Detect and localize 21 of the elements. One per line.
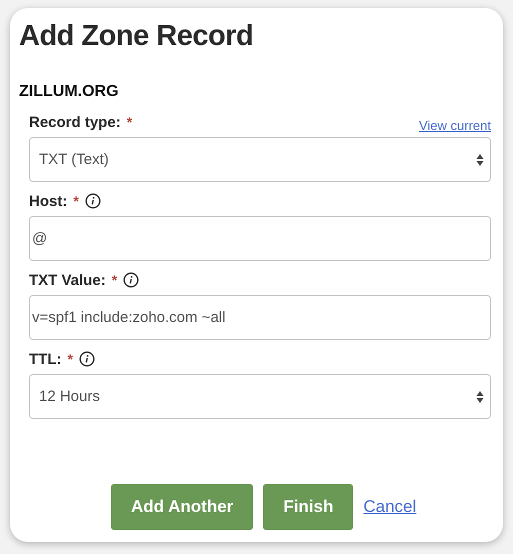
cancel-link[interactable]: Cancel bbox=[363, 497, 416, 517]
domain-name: ZILLUM.ORG bbox=[19, 83, 119, 101]
dialog-title: Add Zone Record bbox=[19, 20, 254, 53]
info-icon[interactable] bbox=[78, 351, 95, 367]
input-field[interactable]: v=spf1 include:zoho.com ~all bbox=[29, 295, 491, 340]
select-field[interactable]: TXT (Text) bbox=[29, 137, 491, 182]
input-field[interactable]: @ bbox=[29, 216, 491, 261]
info-icon[interactable] bbox=[84, 193, 101, 209]
field-label: Record type: bbox=[29, 114, 121, 130]
required-mark: * bbox=[112, 272, 118, 288]
info-icon[interactable] bbox=[123, 272, 140, 288]
sort-arrows-icon bbox=[476, 390, 484, 404]
sort-arrows-icon bbox=[476, 152, 484, 166]
required-mark: * bbox=[126, 114, 132, 130]
field-label: TXT Value: bbox=[29, 272, 106, 288]
view-current-link[interactable]: View current bbox=[418, 118, 491, 133]
select-field[interactable]: 12 Hours bbox=[29, 374, 491, 419]
field-label: Host: bbox=[29, 192, 68, 210]
required-mark: * bbox=[67, 351, 73, 367]
required-mark: * bbox=[73, 193, 79, 209]
field-label: TTL: bbox=[29, 350, 62, 368]
